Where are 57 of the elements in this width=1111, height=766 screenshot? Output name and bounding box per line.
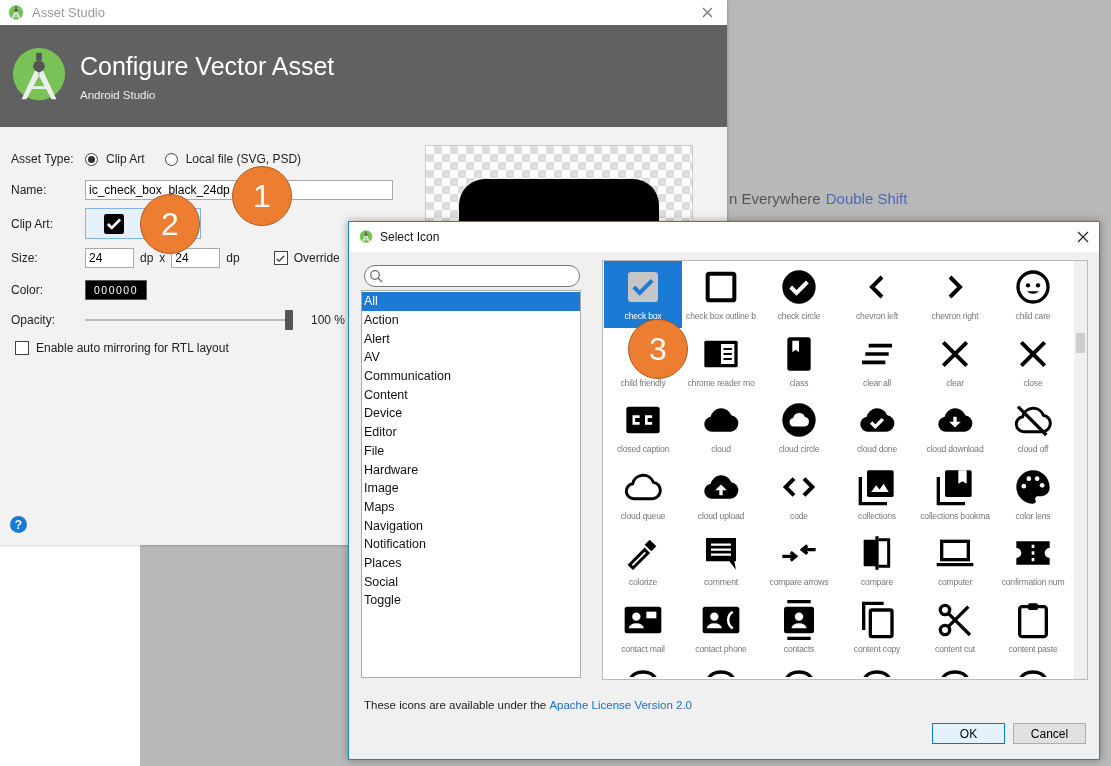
icon-label: chevron right	[931, 311, 979, 321]
times-sign: x	[159, 251, 166, 265]
icon-label: contact mail	[621, 643, 665, 654]
window-title: Asset Studio	[32, 5, 106, 20]
icon-label: class	[789, 377, 809, 388]
icon-label: clear all	[863, 377, 891, 388]
icon-label: content cut	[935, 643, 975, 654]
icon-label: chrome reader mo	[687, 377, 755, 388]
field-label: Name:	[11, 181, 48, 199]
license-text: These icons are available under the	[364, 699, 547, 711]
field-label: Asset Type:	[11, 151, 75, 168]
icon-label: cloud circle	[778, 444, 820, 455]
icon-label: compare	[860, 577, 893, 588]
field-label: Size:	[11, 250, 39, 267]
icon-label: cloud	[711, 444, 731, 455]
checkbox-label: Override	[293, 251, 340, 265]
header-title: Configure Vector Asset	[80, 51, 335, 81]
opacity-reading: 100 %	[311, 313, 346, 327]
icon-label: code	[790, 510, 808, 521]
hint-text: n Everywhere	[729, 190, 821, 207]
icon-label: compare arrows	[769, 577, 829, 588]
icon-label: confirmation num	[1001, 577, 1065, 588]
icon-label: clear	[946, 377, 964, 388]
field-label: Opacity:	[11, 312, 56, 329]
shortcut-text: Double Shift	[825, 190, 908, 207]
dialog-title: Select Icon	[380, 230, 441, 244]
unit-label: dp	[140, 251, 154, 265]
radio-label: Clip Art	[106, 152, 145, 166]
checkbox-label: Enable auto mirroring for RTL layout	[36, 341, 229, 355]
icon-label: contact phone	[695, 643, 747, 654]
icon-label: comment	[704, 577, 738, 588]
icon-label: computer	[937, 577, 973, 588]
unit-label: dp	[226, 251, 240, 265]
icon-label: collections	[858, 510, 896, 521]
icon-label: colorize	[629, 577, 657, 588]
icon-label: cloud download	[926, 444, 984, 455]
icon-label: cloud queue	[620, 510, 666, 521]
icon-label: color lens	[1015, 510, 1051, 521]
icon-label: cloud upload	[697, 510, 745, 521]
icon-label: content copy	[853, 643, 901, 654]
field-label: Clip Art:	[11, 215, 54, 233]
icon-label: check box outline b	[686, 311, 756, 321]
icon-label: child friendly	[620, 377, 666, 388]
icon-label: contacts	[783, 643, 815, 654]
icon-label: child care	[1015, 311, 1051, 321]
icon-label: check circle	[777, 311, 821, 321]
icon-label: cloud done	[856, 444, 898, 455]
header-subtitle: Android Studio	[80, 88, 157, 101]
icon-label: collections bookma	[920, 510, 990, 521]
icon-label: chevron left	[856, 311, 898, 321]
icon-label: check box	[624, 311, 662, 321]
radio-label: Local file (SVG, PSD)	[185, 152, 302, 166]
icon-label: cloud off	[1017, 444, 1049, 455]
icon-label: content paste	[1008, 643, 1058, 654]
icon-label: close	[1023, 377, 1043, 388]
field-label: Color:	[11, 282, 44, 299]
icon-label: closed caption	[616, 444, 670, 455]
